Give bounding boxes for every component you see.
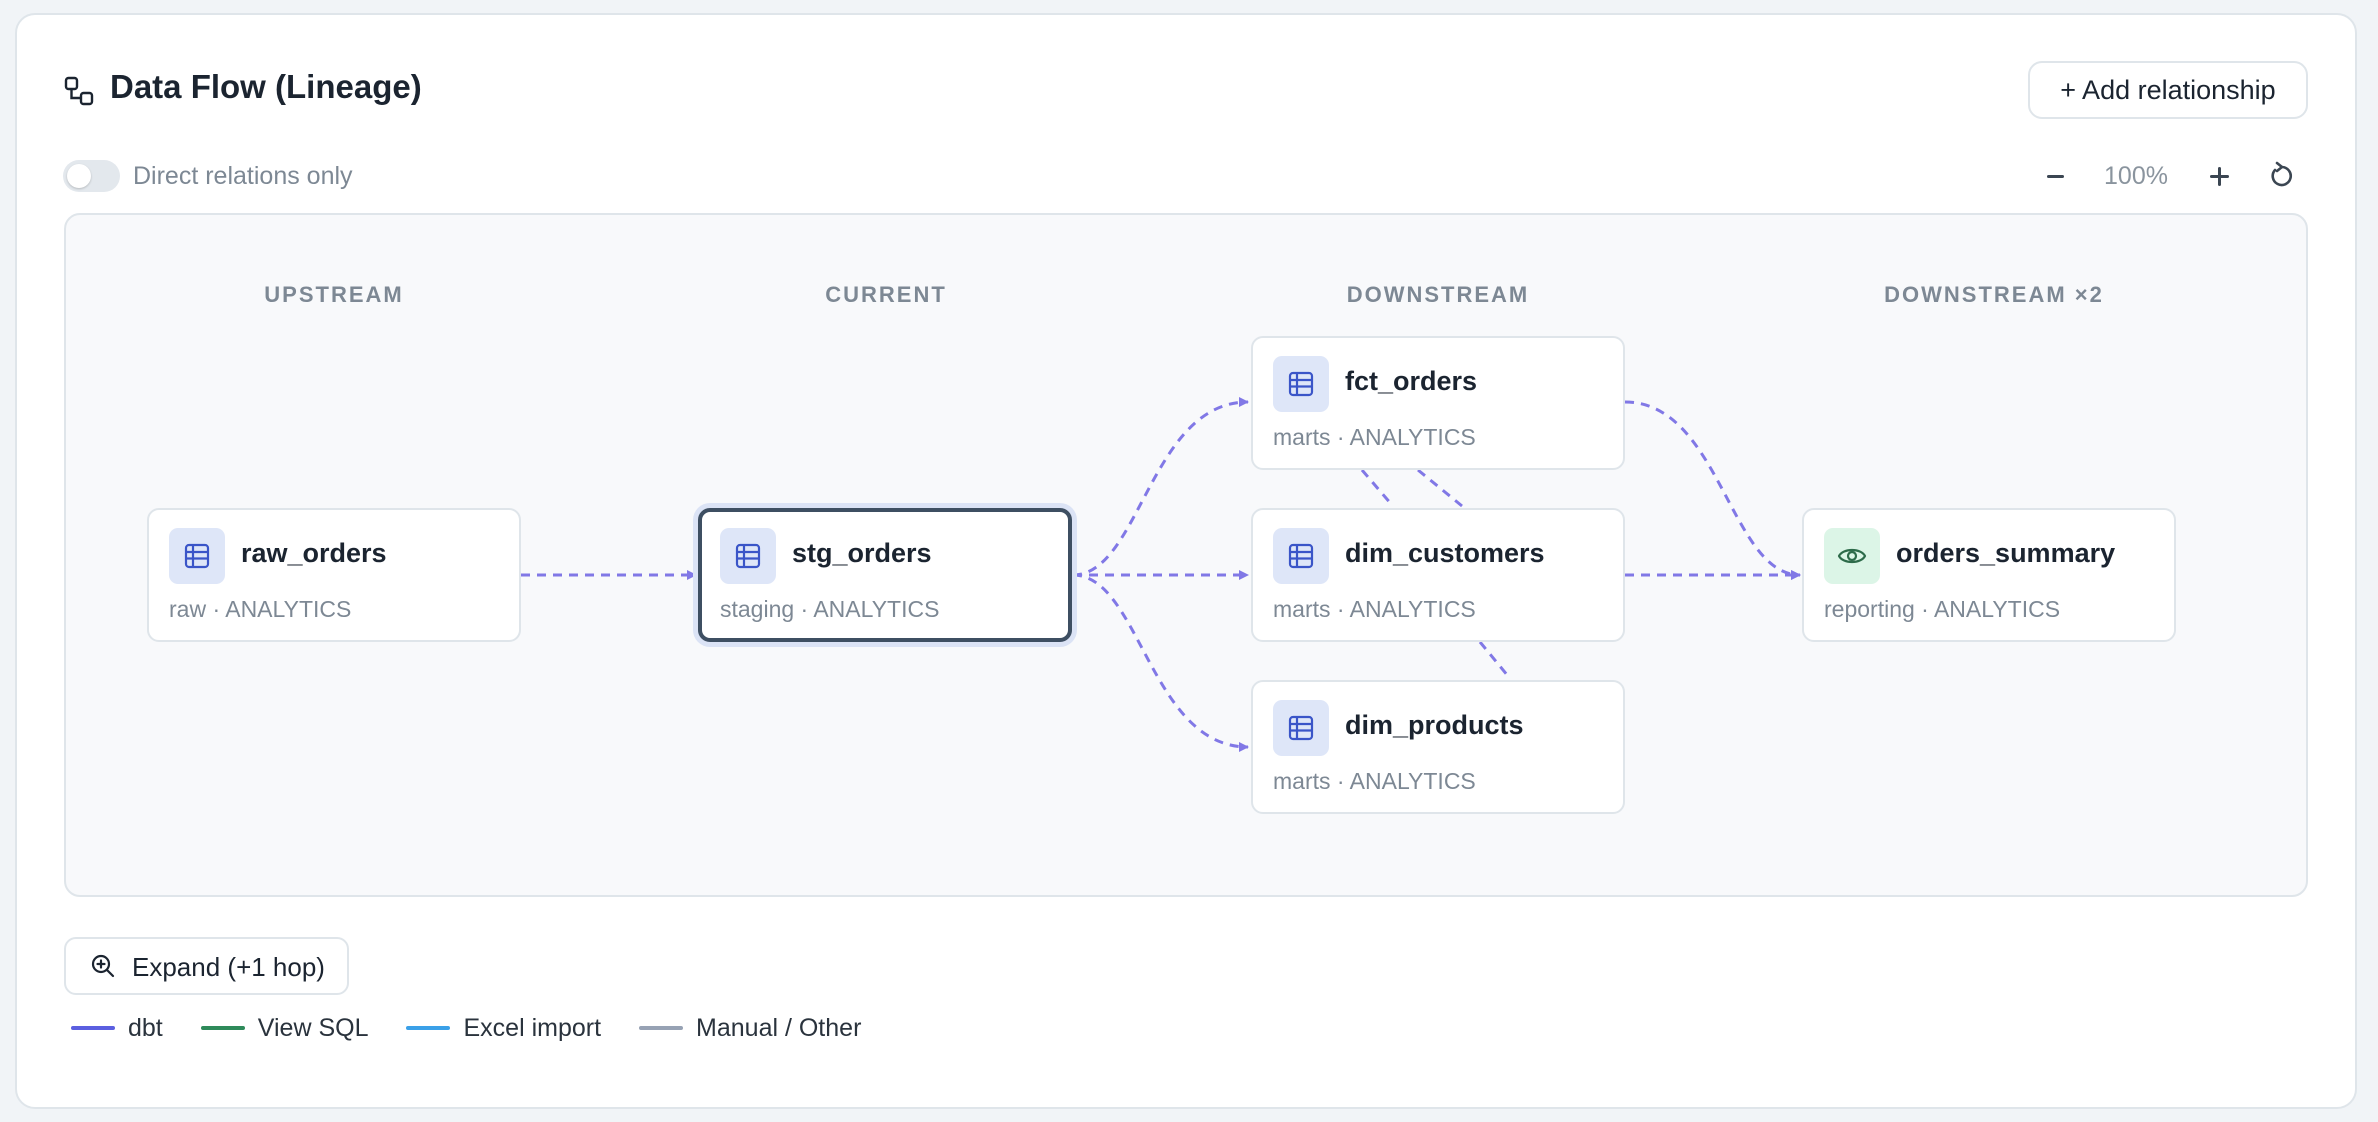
table-icon bbox=[169, 528, 225, 584]
eye-icon bbox=[1824, 528, 1880, 584]
node-name: raw_orders bbox=[241, 538, 387, 568]
table-icon bbox=[720, 528, 776, 584]
table-icon bbox=[1273, 528, 1329, 584]
node-name: stg_orders bbox=[792, 538, 932, 568]
legend-swatch bbox=[639, 1026, 684, 1030]
legend-item-dbt: dbt bbox=[71, 1014, 163, 1043]
edge-fct-to-summary bbox=[1624, 400, 1801, 580]
node-meta: marts · ANALYTICS bbox=[1273, 424, 1476, 450]
zoom-in-icon bbox=[91, 954, 115, 978]
table-icon bbox=[1273, 356, 1329, 412]
table-icon bbox=[1273, 700, 1329, 756]
node-name: fct_orders bbox=[1345, 366, 1478, 396]
edge-dim-products-to-summary-c bbox=[1478, 641, 1510, 677]
node-name: dim_customers bbox=[1345, 538, 1545, 568]
node-meta: marts · ANALYTICS bbox=[1273, 768, 1476, 794]
node-meta: staging · ANALYTICS bbox=[720, 596, 940, 622]
legend-label: dbt bbox=[128, 1013, 163, 1042]
node-name: dim_products bbox=[1345, 710, 1524, 740]
legend-swatch bbox=[406, 1026, 451, 1030]
legend-item-manual-other: Manual / Other bbox=[639, 1014, 861, 1043]
edge-legend: dbt View SQL Excel import Manual / Other bbox=[71, 1013, 899, 1043]
legend-label: View SQL bbox=[257, 1013, 369, 1042]
legend-item-view-sql: View SQL bbox=[200, 1013, 369, 1043]
node-dim-customers[interactable]: dim_customers marts · ANALYTICS bbox=[1251, 508, 1625, 642]
legend-label: Manual / Other bbox=[696, 1013, 862, 1042]
node-raw-orders[interactable]: raw_orders raw · ANALYTICS bbox=[147, 508, 521, 642]
edge-stg-to-dim-products bbox=[1072, 573, 1249, 752]
expand-hop-button[interactable]: Expand (+1 hop) bbox=[64, 937, 349, 995]
node-dim-products[interactable]: dim_products marts · ANALYTICS bbox=[1251, 680, 1625, 814]
node-stg-orders[interactable]: stg_orders staging · ANALYTICS bbox=[698, 508, 1072, 642]
edge-dim-products-to-summary-b bbox=[1417, 468, 1463, 508]
node-meta: reporting · ANALYTICS bbox=[1824, 596, 2061, 622]
legend-item-excel-import: Excel import bbox=[406, 1014, 601, 1043]
legend-swatch bbox=[200, 1026, 245, 1030]
legend-label: Excel import bbox=[463, 1013, 602, 1042]
node-name: orders_summary bbox=[1896, 538, 2116, 568]
edge-stg-to-fct bbox=[1072, 397, 1249, 577]
expand-hop-label: Expand (+1 hop) bbox=[132, 952, 325, 982]
node-orders-summary[interactable]: orders_summary reporting · ANALYTICS bbox=[1802, 508, 2176, 642]
edge-dim-products-to-summary-a bbox=[1360, 469, 1394, 506]
node-meta: raw · ANALYTICS bbox=[169, 596, 352, 622]
node-fct-orders[interactable]: fct_orders marts · ANALYTICS bbox=[1251, 336, 1625, 470]
node-meta: marts · ANALYTICS bbox=[1273, 596, 1476, 622]
legend-swatch bbox=[71, 1026, 115, 1030]
